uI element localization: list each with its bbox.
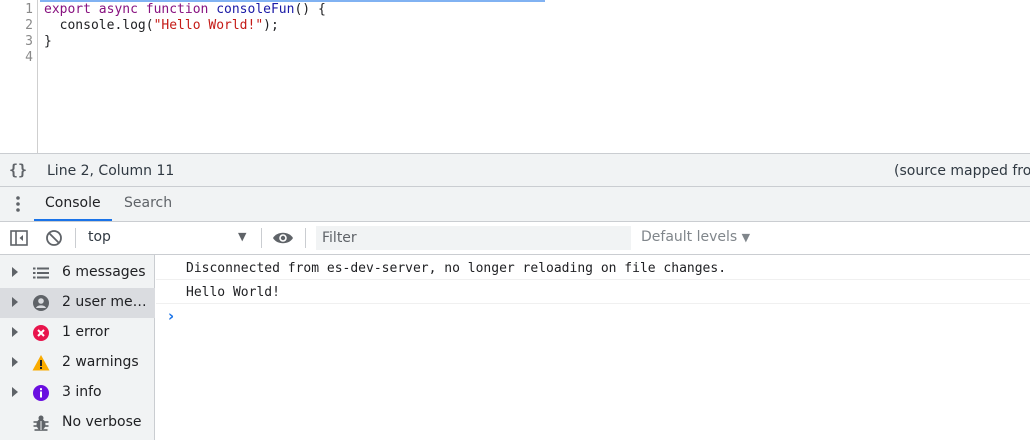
tab-search[interactable]: Search bbox=[112, 187, 186, 221]
sidebar-item-info[interactable]: 3 info bbox=[0, 378, 155, 408]
pretty-print-icon[interactable]: {} bbox=[9, 161, 27, 179]
expand-arrow-icon[interactable] bbox=[12, 387, 18, 397]
sidebar-item-user-messages[interactable]: 2 user messages bbox=[0, 288, 155, 318]
error-icon bbox=[32, 324, 50, 342]
expand-arrow-icon[interactable] bbox=[12, 357, 18, 367]
line-number: 2 bbox=[25, 18, 33, 33]
dropdown-caret-icon: ▼ bbox=[741, 231, 751, 244]
code-keywords: export async function bbox=[44, 2, 217, 17]
context-selector[interactable]: top bbox=[88, 229, 111, 245]
sidebar-item-messages[interactable]: 6 messages bbox=[0, 258, 155, 288]
divider bbox=[305, 228, 306, 248]
filter-box[interactable] bbox=[316, 226, 631, 250]
message-text: Hello World! bbox=[186, 285, 280, 300]
line-number: 1 bbox=[25, 2, 33, 17]
cursor-position: Line 2, Column 11 bbox=[47, 163, 175, 179]
clear-console-icon[interactable] bbox=[45, 229, 63, 247]
eye-icon[interactable] bbox=[272, 228, 294, 248]
sidebar-item-errors[interactable]: 1 error bbox=[0, 318, 155, 348]
sidebar-item-label: 2 user messages bbox=[62, 294, 152, 310]
console-prompt[interactable]: › bbox=[168, 307, 174, 325]
sidebar-toggle-icon[interactable] bbox=[10, 229, 28, 247]
sidebar-item-warnings[interactable]: 2 warnings bbox=[0, 348, 155, 378]
list-icon bbox=[32, 264, 50, 282]
dropdown-caret-icon[interactable]: ▼ bbox=[238, 230, 246, 243]
divider bbox=[261, 228, 262, 248]
info-icon bbox=[32, 384, 50, 402]
console-toolbar: top ▼ Default levels ▼ bbox=[0, 222, 1030, 255]
tab-console[interactable]: Console bbox=[34, 187, 112, 221]
console-messages[interactable]: Disconnected from es-dev-server, no long… bbox=[156, 255, 1030, 440]
user-icon bbox=[32, 294, 50, 312]
log-levels-dropdown[interactable]: Default levels ▼ bbox=[641, 229, 750, 245]
warning-icon bbox=[32, 354, 50, 372]
sidebar-item-label: 6 messages bbox=[62, 264, 146, 280]
line-number: 4 bbox=[25, 50, 33, 65]
code-line: console.log("Hello World!"); bbox=[44, 18, 279, 34]
expand-arrow-icon[interactable] bbox=[12, 297, 18, 307]
line-number: 3 bbox=[25, 34, 33, 49]
console-message: Hello World! bbox=[156, 280, 1030, 304]
code-editor[interactable]: 1 2 3 4 export async function consoleFun… bbox=[0, 0, 1030, 153]
drawer-tab-bar: Console Search bbox=[0, 187, 1030, 222]
console-message: Disconnected from es-dev-server, no long… bbox=[156, 256, 1030, 280]
editor-status-bar: {} Line 2, Column 11 (source mapped from bbox=[0, 153, 1030, 187]
code-line: } bbox=[44, 34, 52, 49]
divider bbox=[75, 228, 76, 248]
filter-input[interactable] bbox=[316, 226, 631, 250]
bug-icon bbox=[32, 414, 50, 432]
code-text: ); bbox=[263, 18, 279, 33]
more-options-icon[interactable] bbox=[10, 194, 26, 214]
source-mapped-link[interactable]: (source mapped from bbox=[894, 163, 1030, 179]
sidebar-item-label: 2 warnings bbox=[62, 354, 139, 370]
expand-arrow-icon[interactable] bbox=[12, 267, 18, 277]
code-function-name: consoleFun bbox=[216, 2, 295, 17]
code-text: console.log( bbox=[44, 18, 154, 33]
sidebar-item-label: 1 error bbox=[62, 324, 110, 340]
code-string: "Hello World!" bbox=[153, 18, 264, 33]
code-text: () { bbox=[294, 2, 326, 17]
tab-label: Console bbox=[45, 195, 101, 211]
code-line: export async function consoleFun() { bbox=[44, 2, 326, 18]
tab-label: Search bbox=[124, 195, 173, 211]
sidebar-item-label: 3 info bbox=[62, 384, 102, 400]
console-sidebar: 6 messages 2 user messages 1 error 2 war… bbox=[0, 255, 155, 440]
sidebar-item-label: No verbose bbox=[62, 414, 142, 430]
sidebar-item-verbose[interactable]: No verbose bbox=[0, 408, 155, 438]
line-number-gutter: 1 2 3 4 bbox=[0, 0, 38, 153]
log-levels-label: Default levels bbox=[641, 229, 738, 245]
expand-arrow-icon[interactable] bbox=[12, 327, 18, 337]
message-text: Disconnected from es-dev-server, no long… bbox=[186, 261, 727, 276]
scroll-indicator bbox=[40, 0, 545, 2]
